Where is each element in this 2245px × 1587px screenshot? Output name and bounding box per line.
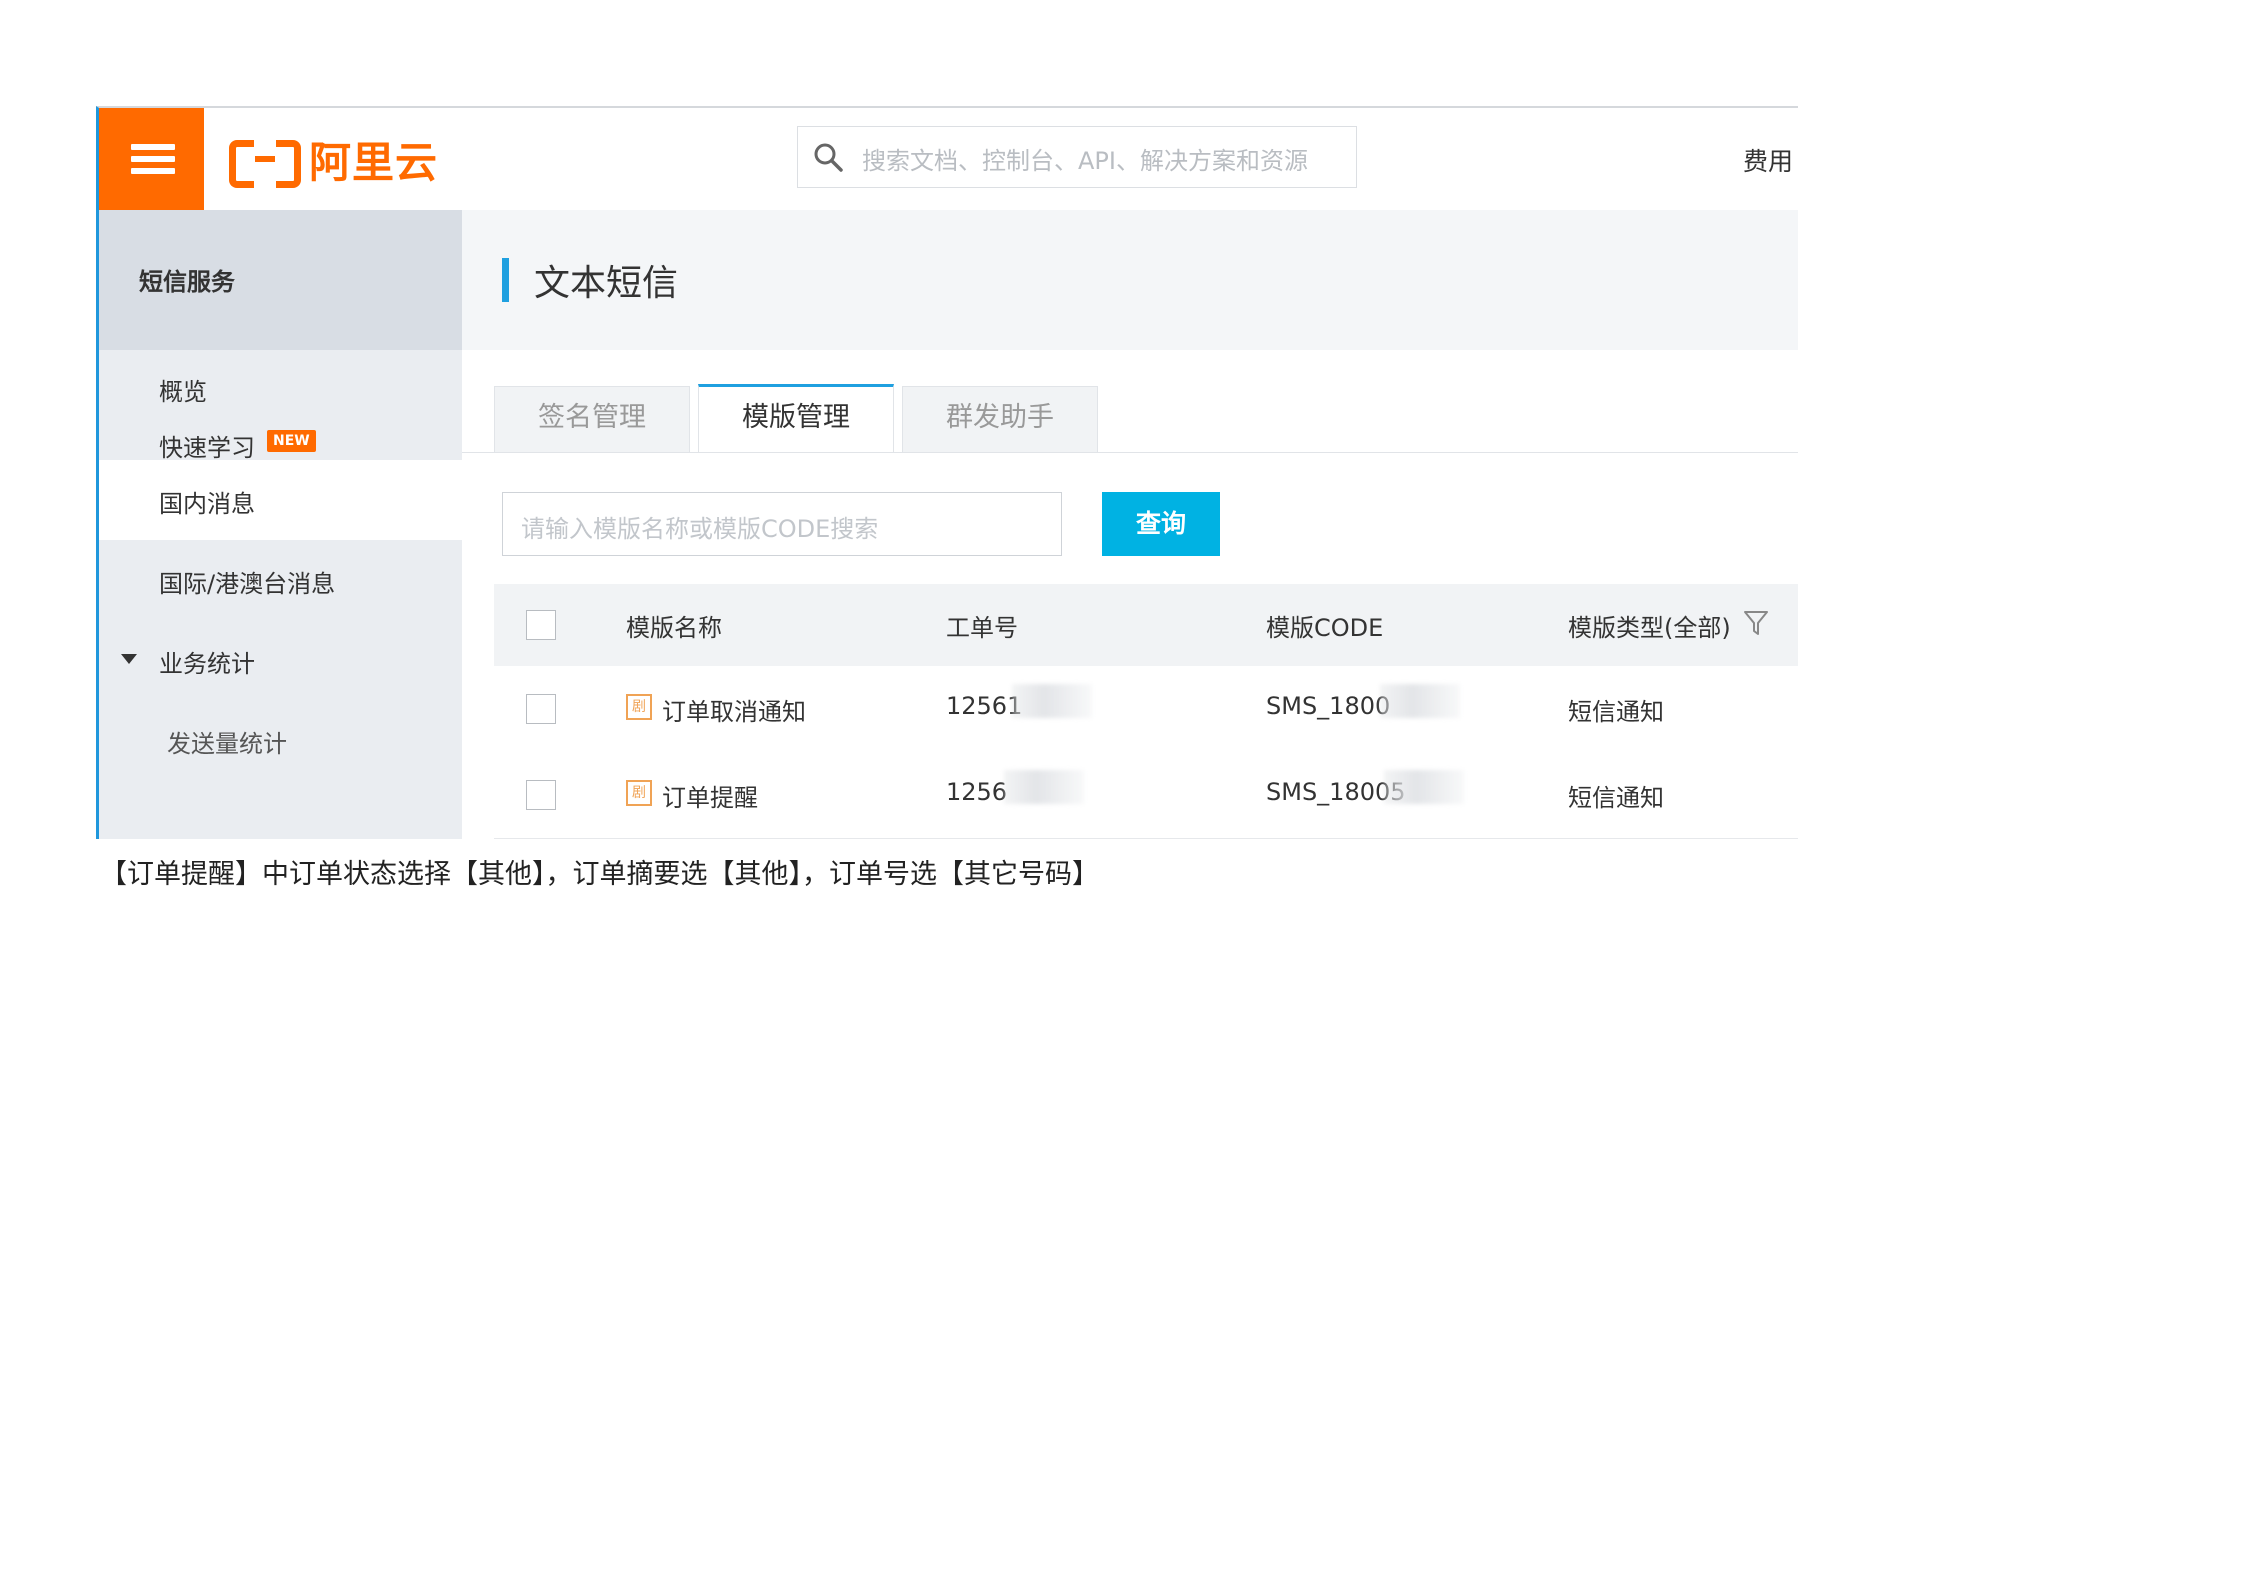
new-badge: NEW	[267, 430, 316, 452]
ticket-number: 12561	[946, 692, 1023, 720]
row-checkbox[interactable]	[526, 780, 556, 810]
sidebar-title: 短信服务	[139, 268, 235, 296]
aliyun-logo[interactable]: 阿里云	[229, 128, 438, 190]
template-search-input[interactable]: 请输入模版名称或模版CODE搜索	[502, 492, 1062, 556]
top-navigation-bar: 阿里云 搜索文档、控制台、API、解决方案和资源 费用	[99, 108, 1798, 210]
row-checkbox[interactable]	[526, 694, 556, 724]
sidebar: 短信服务 概览 快速学习 NEW 国内消息 国际/港澳台消息 业务统计 发送量统…	[99, 210, 462, 839]
caret-down-icon	[121, 654, 137, 664]
column-header-ticket: 工单号	[946, 614, 1018, 642]
sidebar-item-send-volume-stats[interactable]: 发送量统计	[99, 700, 462, 780]
redacted-blur	[1004, 770, 1084, 804]
menu-icon[interactable]	[99, 108, 204, 210]
table-row[interactable]: 剧 订单取消通知 12561 SMS_1800 短信通知	[494, 666, 1798, 753]
template-name[interactable]: 订单提醒	[662, 778, 758, 813]
sidebar-item-label: 概览	[159, 378, 207, 406]
sidebar-item-label: 业务统计	[159, 650, 255, 678]
redacted-blur	[1384, 770, 1464, 804]
document-caption: 【订单提醒】中订单状态选择【其他】，订单摘要选【其他】，订单号选【其它号码】	[100, 859, 1099, 890]
sidebar-item-domestic-messages[interactable]: 国内消息	[99, 460, 462, 540]
sidebar-item-label: 发送量统计	[167, 730, 287, 758]
tab-template-management[interactable]: 模版管理	[698, 384, 894, 452]
search-icon	[814, 143, 843, 172]
page-title: 文本短信	[534, 263, 679, 304]
template-type: 短信通知	[1568, 698, 1664, 726]
search-placeholder: 搜索文档、控制台、API、解决方案和资源	[862, 147, 1308, 175]
console-screenshot: 阿里云 搜索文档、控制台、API、解决方案和资源 费用 短信服务 概览 快速学习…	[96, 106, 1798, 839]
main-content: 文本短信 签名管理 模版管理 群发助手 请输入模版名称或模版CODE搜索 查询 …	[462, 210, 1798, 839]
ticket-number: 1256	[946, 778, 1008, 806]
query-button[interactable]: 查询	[1102, 492, 1220, 556]
redacted-blur	[1012, 684, 1092, 718]
brand-name: 阿里云	[309, 137, 439, 187]
aliyun-logo-icon	[229, 136, 301, 188]
column-header-code: 模版CODE	[1266, 614, 1384, 642]
table-row[interactable]: 剧 订单提醒 1256 SMS_18005 短信通知	[494, 752, 1798, 839]
table-header: 模版名称 工单号 模版CODE 模版类型(全部)	[494, 584, 1798, 666]
select-all-checkbox[interactable]	[526, 610, 556, 640]
sidebar-item-label: 国内消息	[159, 490, 255, 518]
sidebar-item-label: 国际/港澳台消息	[159, 570, 336, 598]
title-accent-bar	[502, 258, 509, 302]
fee-menu-link[interactable]: 费用	[1743, 142, 1793, 178]
tab-bar: 签名管理 模版管理 群发助手	[462, 382, 1798, 453]
page-header: 文本短信	[462, 210, 1798, 350]
template-icon: 剧	[626, 780, 652, 806]
column-header-name: 模版名称	[626, 614, 722, 642]
sidebar-header: 短信服务	[99, 210, 462, 350]
template-type: 短信通知	[1568, 784, 1664, 812]
redacted-blur	[1380, 684, 1460, 718]
template-code: SMS_1800	[1266, 692, 1391, 720]
template-name[interactable]: 订单取消通知	[662, 692, 806, 727]
sidebar-item-business-stats[interactable]: 业务统计	[99, 620, 462, 700]
global-search-input[interactable]: 搜索文档、控制台、API、解决方案和资源	[797, 126, 1357, 188]
template-icon: 剧	[626, 694, 652, 720]
sidebar-item-label: 快速学习	[159, 434, 255, 462]
tab-signature-management[interactable]: 签名管理	[494, 386, 690, 452]
tab-bulk-send-assistant[interactable]: 群发助手	[902, 386, 1098, 452]
sidebar-item-international-messages[interactable]: 国际/港澳台消息	[99, 540, 462, 620]
column-header-type[interactable]: 模版类型(全部)	[1568, 608, 1731, 643]
filter-icon[interactable]	[1742, 608, 1770, 638]
template-search-placeholder: 请输入模版名称或模版CODE搜索	[521, 515, 879, 543]
